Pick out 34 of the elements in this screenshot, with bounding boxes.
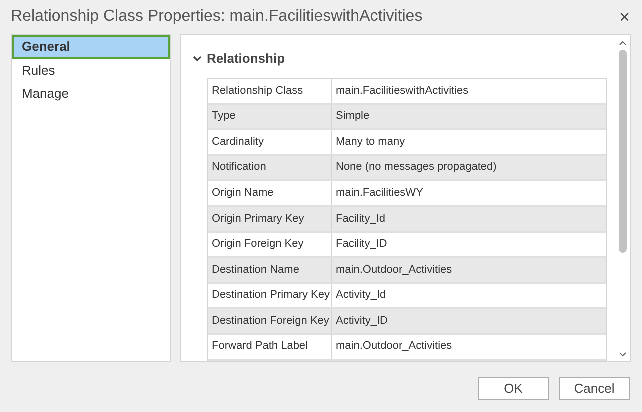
table-cell-text: main.FacilitiesWY — [335, 186, 424, 201]
table-cell: Forward Path Label — [208, 334, 332, 359]
close-button[interactable]: × — [619, 8, 630, 26]
table-cell: Destination Name — [208, 258, 332, 282]
table-cell-text: Facility_Id — [335, 212, 387, 227]
table-cell-text: main.Outdoor_Activities — [335, 339, 454, 354]
table-cell-text: Many to many — [335, 134, 406, 150]
table-cell: Origin Primary Key — [208, 206, 332, 231]
table-cell-text: Simple — [335, 109, 371, 124]
table-cell: Origin Name — [208, 181, 332, 205]
table-cell: Destination Foreign Key — [208, 309, 332, 333]
sidebar-item[interactable]: Rules — [12, 59, 170, 82]
scroll-thumb[interactable] — [619, 50, 627, 253]
chevron-down-icon[interactable] — [193, 56, 202, 62]
window-title: Relationship Class Properties: main.FacilitieswithActivities — [11, 7, 423, 27]
section-title: Relationship — [207, 50, 286, 68]
table-cell: Relationship Class — [208, 79, 332, 103]
table-cell-text: Activity_ID — [335, 314, 389, 329]
table-cell-text: None (no messages propagated) — [335, 160, 498, 176]
table-cell: Notification — [208, 156, 332, 180]
table-cell-text: main.FacilitieswithActivities — [335, 84, 470, 99]
table-cell: Origin Foreign Key — [208, 232, 332, 256]
sidebar-item[interactable]: Manage — [12, 82, 170, 105]
table-cell-text: main.Outdoor_Activities — [335, 262, 454, 278]
scroll-up-icon[interactable] — [619, 41, 627, 46]
table-cell: Destination Primary Key — [208, 284, 332, 308]
dialog-button[interactable]: OK — [478, 377, 549, 400]
table-cell-text: Activity_Id — [335, 288, 388, 304]
sidebar-item[interactable]: General — [12, 35, 170, 59]
table-cell: Type — [208, 104, 332, 128]
dialog-button[interactable]: Cancel — [559, 377, 630, 400]
scroll-down-icon[interactable] — [619, 352, 627, 357]
table-cell: Cardinality — [208, 130, 332, 154]
table-cell-text: Facility_ID — [335, 237, 388, 252]
